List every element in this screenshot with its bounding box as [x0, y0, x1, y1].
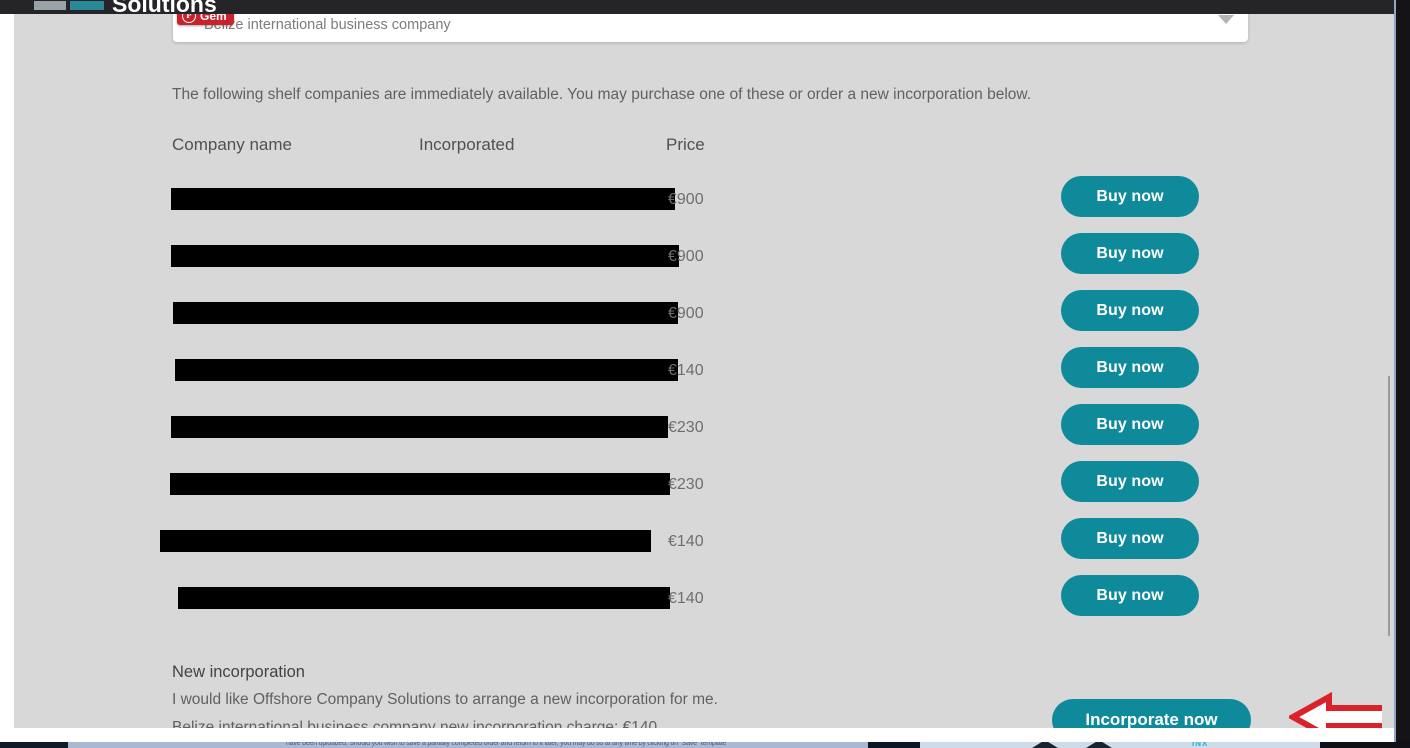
buy-now-button[interactable]: Buy now: [1061, 461, 1199, 502]
gem-badge-label: Gem: [200, 14, 227, 23]
column-header-incorporated: Incorporated: [419, 135, 515, 154]
page-scrollbar-thumb[interactable]: [1388, 376, 1390, 636]
buy-now-button[interactable]: Buy now: [1061, 290, 1199, 331]
column-header-price: Price: [666, 135, 705, 154]
site-logo-icon[interactable]: [34, 0, 106, 10]
redacted-company-name: [171, 245, 679, 267]
incorporate-now-button[interactable]: Incorporate now: [1052, 699, 1251, 728]
logo-shape-left: [34, 1, 66, 10]
browser-window: Solutions Belize international business …: [0, 0, 1396, 742]
buy-now-button[interactable]: Buy now: [1061, 347, 1199, 388]
row-price: €900: [668, 305, 704, 322]
redacted-company-name: [175, 359, 678, 381]
site-header-bar: Solutions: [0, 0, 1396, 14]
pinterest-icon: P: [182, 14, 196, 23]
buy-now-button[interactable]: Buy now: [1061, 233, 1199, 274]
new-incorporation-charge: Belize international business company ne…: [172, 719, 658, 728]
table-row: €900 Buy now: [14, 176, 1382, 233]
logo-shape-right: [70, 1, 104, 10]
buy-now-button[interactable]: Buy now: [1061, 176, 1199, 217]
new-incorporation-section: New incorporation I would like Offshore …: [14, 654, 1382, 728]
buy-now-button[interactable]: Buy now: [1061, 404, 1199, 445]
column-header-company-name: Company name: [172, 135, 293, 154]
table-body: €900 Buy now €900 Buy now €900 Buy now €140 Buy…: [14, 176, 1382, 632]
buy-now-button[interactable]: Buy now: [1061, 518, 1199, 559]
row-price: €140: [668, 533, 704, 550]
site-logo-text: Solutions: [112, 0, 217, 14]
redacted-company-name: [171, 416, 668, 438]
redacted-company-name: [160, 530, 651, 552]
table-row: €900 Buy now: [14, 290, 1382, 347]
redacted-company-name: [178, 587, 670, 609]
row-price: €230: [668, 476, 704, 493]
redacted-company-name: [173, 302, 678, 324]
new-incorporation-title: New incorporation: [172, 663, 305, 681]
intro-paragraph: The following shelf companies are immedi…: [172, 86, 1032, 103]
table-row: €140 Buy now: [14, 575, 1382, 632]
buy-now-button[interactable]: Buy now: [1061, 575, 1199, 616]
table-header-row: Company name Incorporated Price: [14, 134, 1382, 176]
redacted-company-name: [170, 473, 670, 495]
row-price: €900: [668, 191, 704, 208]
row-price: €900: [668, 248, 704, 265]
table-row: €230 Buy now: [14, 461, 1382, 518]
page-content: Belize international business company P …: [14, 14, 1382, 728]
left-arrow-annotation-icon: [1289, 691, 1382, 728]
company-type-select-value: Belize international business company: [204, 17, 451, 33]
window-right-edge: [1394, 0, 1396, 742]
gem-extension-badge[interactable]: P Gem: [177, 14, 234, 25]
row-price: €140: [668, 362, 704, 379]
table-row: €230 Buy now: [14, 404, 1382, 461]
company-type-select[interactable]: Belize international business company: [173, 14, 1248, 42]
redacted-company-name: [171, 188, 675, 210]
table-row: €140 Buy now: [14, 347, 1382, 404]
table-row: €900 Buy now: [14, 233, 1382, 290]
chevron-down-icon[interactable]: [1218, 15, 1234, 24]
shelf-companies-table: Company name Incorporated Price €900 Buy …: [14, 134, 1382, 632]
row-price: €230: [668, 419, 704, 436]
new-incorporation-description: I would like Offshore Company Solutions …: [172, 691, 718, 708]
table-row: €140 Buy now: [14, 518, 1382, 575]
row-price: €140: [668, 590, 704, 607]
